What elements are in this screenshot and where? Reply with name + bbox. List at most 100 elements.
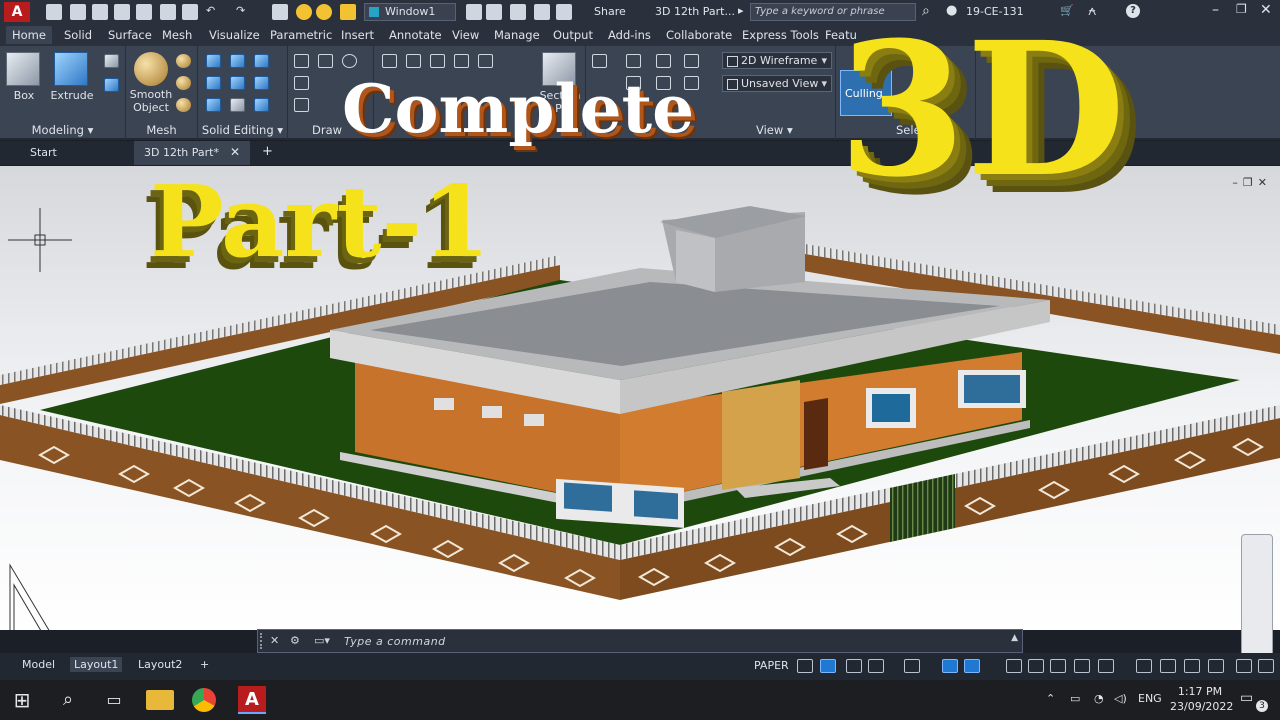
save-as-icon[interactable] [114,4,130,20]
render-icon[interactable] [510,4,526,20]
line-icon[interactable] [294,54,309,68]
tab-parametric[interactable]: Parametric [270,28,332,42]
ortho-icon[interactable] [846,659,862,673]
close-tab-icon[interactable]: ✕ [230,145,240,159]
tab-solid[interactable]: Solid [64,28,92,42]
eye-icon[interactable] [556,4,572,20]
mirror-3d-icon[interactable] [454,54,469,68]
workspace-gear-icon[interactable] [1098,659,1114,673]
lightbulb-icon[interactable] [296,4,312,20]
command-history-icon[interactable]: ▭▾ [314,634,330,647]
mesh-box-icon[interactable] [176,54,191,68]
box-icon[interactable]: Box [6,52,40,102]
isodraft-icon[interactable] [904,659,920,673]
tab-start[interactable]: Start [0,141,130,165]
add-layout-icon[interactable]: + [196,657,213,672]
units-icon[interactable] [1160,659,1176,673]
extract-edges-icon[interactable] [254,76,269,90]
mesh-smooth-more-icon[interactable] [176,76,191,90]
language-indicator[interactable]: ENG [1138,692,1162,705]
object-snap-icon[interactable] [964,659,980,673]
annotation-monitor-icon[interactable] [1136,659,1152,673]
intersect-icon[interactable] [206,76,221,90]
customization-icon[interactable] [1258,659,1274,673]
save-icon[interactable] [92,4,108,20]
array-icon[interactable] [478,54,493,68]
separate-icon[interactable] [254,98,269,112]
viewport-controls[interactable]: –❐✕ [1232,176,1272,189]
new-tab-icon[interactable]: + [262,144,273,159]
tab-view[interactable]: View [452,28,479,42]
web-mobile-icon[interactable] [136,4,152,20]
subtract-icon[interactable] [230,54,245,68]
tab-manage[interactable]: Manage [494,28,540,42]
slice-icon[interactable] [254,54,269,68]
polysolid-icon[interactable] [104,54,119,68]
tab-express-tools[interactable]: Express Tools [742,28,819,42]
mesh-footer[interactable]: Mesh [126,123,197,137]
selection-cycling-icon[interactable] [1028,659,1044,673]
title-chevron-icon[interactable]: ▸ [738,4,744,17]
close-button[interactable]: ✕ [1260,2,1272,18]
interfere-icon[interactable] [230,76,245,90]
chrome-icon[interactable] [192,688,216,712]
visual-style-dropdown[interactable]: 2D Wireframe [722,52,832,69]
polar-icon[interactable] [868,659,884,673]
grip-icon[interactable] [260,633,264,649]
tab-add-ins[interactable]: Add-ins [608,28,651,42]
grid-icon[interactable] [797,659,813,673]
tab-mesh[interactable]: Mesh [162,28,192,42]
layer-icon[interactable] [466,4,482,20]
navigation-bar[interactable] [1241,534,1273,660]
paper-toggle[interactable]: PAPER [754,659,789,672]
quick-properties-icon[interactable] [1184,659,1200,673]
fillet-edge-icon[interactable] [206,98,221,112]
print-icon[interactable] [272,4,288,20]
smooth-object-icon[interactable]: Smooth Object [130,52,172,114]
mesh-refine-icon[interactable] [176,98,191,112]
wifi-icon[interactable]: ◔ [1094,692,1104,705]
tab-output[interactable]: Output [553,28,593,42]
polyline-icon[interactable] [318,54,333,68]
presspull-icon[interactable] [104,78,119,92]
annotation-visibility-icon[interactable] [1074,659,1090,673]
object-snap-tracking-icon[interactable] [942,659,958,673]
rotate-3d-icon[interactable] [406,54,421,68]
extrude-icon[interactable]: Extrude [50,52,94,102]
align-icon[interactable] [430,54,445,68]
tab-insert[interactable]: Insert [341,28,374,42]
file-explorer-icon[interactable] [146,690,174,710]
open-icon[interactable] [70,4,86,20]
restore-button[interactable]: ❐ [1236,2,1247,16]
save-web-icon[interactable] [160,4,176,20]
redo-icon[interactable]: ↷ [236,4,252,20]
tab-visualize[interactable]: Visualize [209,28,260,42]
circle-icon[interactable] [342,54,357,68]
tab-collaborate[interactable]: Collaborate [666,28,732,42]
autocad-app-icon[interactable]: A [4,2,30,22]
solid-editing-footer[interactable]: Solid Editing ▾ [198,123,287,137]
tab-annotate[interactable]: Annotate [389,28,442,42]
ucs-world-icon[interactable] [626,54,641,68]
ucs-3point-icon[interactable] [684,54,699,68]
tray-chevron-icon[interactable]: ⌃ [1046,692,1055,705]
sun-icon[interactable] [316,4,332,20]
tab-model[interactable]: Model [18,657,59,672]
tab-layout1[interactable]: Layout1 [70,657,123,672]
tab-layout2[interactable]: Layout2 [134,657,186,672]
union-icon[interactable] [206,54,221,68]
wrench-icon[interactable]: ⚙ [290,634,300,647]
autocad-taskbar-icon[interactable]: A [238,686,266,714]
search-taskbar-icon[interactable]: ⌕ [54,686,82,714]
share-button[interactable]: Share [594,5,626,18]
annotation-scale-icon[interactable] [1050,659,1066,673]
snap-icon[interactable] [820,659,836,673]
workspace-dropdown[interactable]: Window1 [364,3,456,21]
notification-icon[interactable]: ▭ [1240,690,1253,706]
undo-icon[interactable]: ↶ [206,4,222,20]
teapot-icon[interactable] [534,4,550,20]
view-footer[interactable]: View ▾ [756,123,835,137]
isolate-objects-icon[interactable] [1208,659,1224,673]
tab-home[interactable]: Home [6,26,52,44]
shell-icon[interactable] [230,98,245,112]
